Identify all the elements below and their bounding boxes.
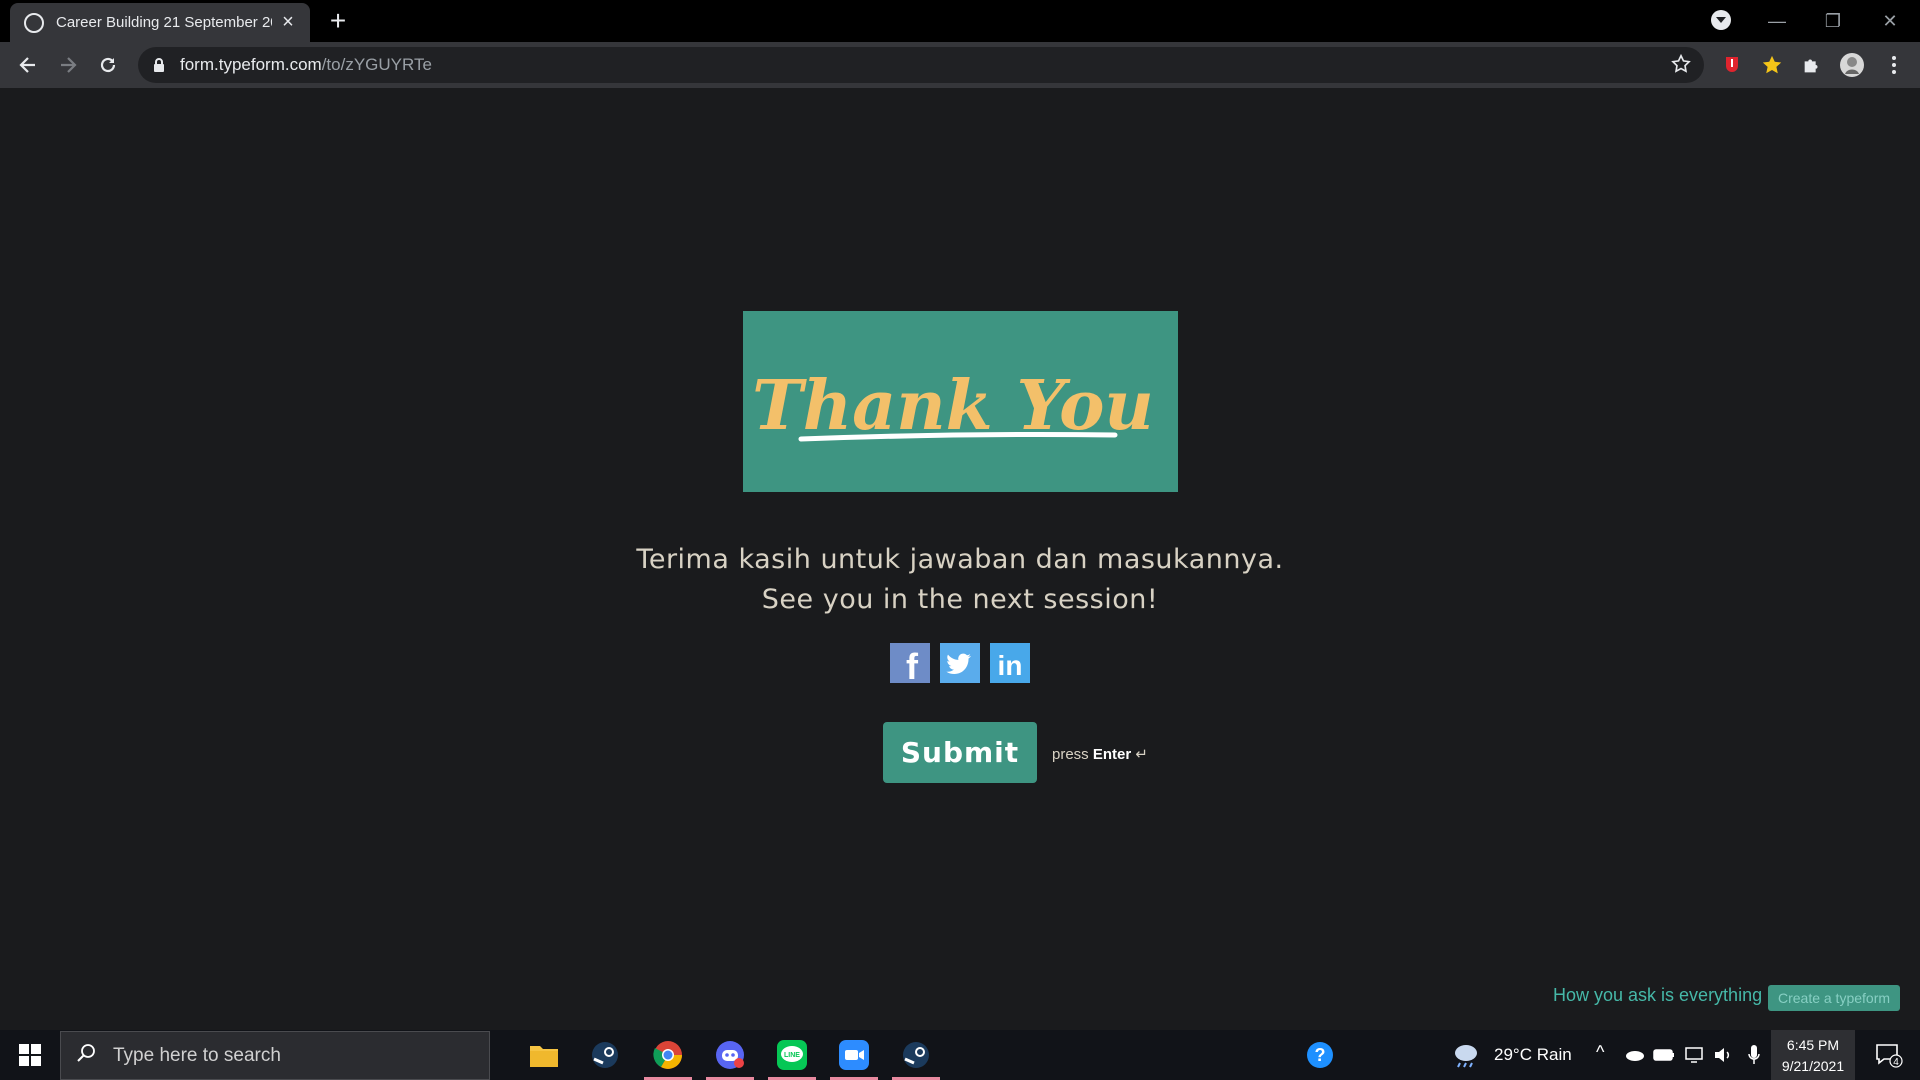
file-explorer-icon[interactable]	[516, 1030, 572, 1080]
thank-you-message: Terima kasih untuk jawaban dan masukanny…	[460, 540, 1460, 620]
menu-icon[interactable]	[1880, 51, 1908, 79]
show-hidden-icons-icon[interactable]: ^	[1596, 1042, 1604, 1063]
extension-star-icon[interactable]	[1758, 51, 1786, 79]
browser-tab[interactable]: Career Building 21 September 2021 ×	[10, 3, 310, 42]
minimize-icon[interactable]: —	[1749, 0, 1805, 42]
star-icon[interactable]	[1670, 53, 1692, 80]
linkedin-share-button[interactable]: in	[990, 643, 1030, 683]
typeform-tagline[interactable]: How you ask is everything	[1553, 985, 1762, 1006]
typeform-page: Thank You Terima kasih untuk jawaban dan…	[0, 88, 1920, 1030]
enter-key-icon: ↵	[1135, 746, 1148, 763]
lock-icon[interactable]	[152, 57, 166, 73]
battery-icon[interactable]	[1650, 1030, 1678, 1080]
url-text: form.typeform.com/to/zYGUYRTe	[180, 55, 432, 75]
hint-prefix: press	[1052, 746, 1093, 763]
windows-taskbar: Type here to search LINE ? 29°C Rain ^ 6…	[0, 1030, 1920, 1080]
twitter-share-button[interactable]	[940, 643, 980, 683]
url-domain: form.typeform.com	[180, 55, 322, 74]
tab-strip: Career Building 21 September 2021 × + — …	[0, 0, 1920, 42]
notification-center-icon[interactable]: 4	[1864, 1030, 1914, 1080]
search-placeholder: Type here to search	[113, 1044, 281, 1066]
hint-key: Enter	[1092, 746, 1132, 763]
url-path: /to/zYGUYRTe	[321, 55, 432, 74]
svg-text:LINE: LINE	[784, 1052, 800, 1059]
submit-button[interactable]: Submit	[883, 722, 1037, 783]
line-icon[interactable]: LINE	[764, 1030, 820, 1080]
steam-icon[interactable]	[577, 1030, 633, 1080]
clock-time: 6:45 PM	[1786, 1037, 1840, 1053]
message-line-2: See you in the next session!	[761, 584, 1159, 615]
tab-search-icon[interactable]	[1711, 10, 1731, 30]
taskbar-search-box[interactable]: Type here to search	[60, 1031, 490, 1080]
forward-icon[interactable]	[52, 49, 84, 81]
svg-text:?: ?	[1315, 1045, 1326, 1065]
linkedin-icon: in	[998, 650, 1023, 681]
zoom-icon[interactable]	[826, 1030, 882, 1080]
thank-you-image: Thank You	[743, 311, 1178, 492]
clock-date: 9/21/2021	[1781, 1058, 1845, 1074]
clock[interactable]: 6:45 PM 9/21/2021	[1770, 1035, 1856, 1077]
close-tab-icon[interactable]: ×	[278, 11, 298, 34]
twitter-icon	[940, 643, 980, 683]
reload-icon[interactable]	[92, 49, 124, 81]
press-enter-hint: press Enter ↵	[1052, 745, 1148, 763]
back-icon[interactable]	[12, 49, 44, 81]
help-icon[interactable]: ?	[1292, 1030, 1348, 1080]
chrome-icon[interactable]	[640, 1030, 696, 1080]
search-icon	[75, 1042, 97, 1069]
notification-count: 4	[1893, 1057, 1899, 1068]
profile-avatar[interactable]	[1838, 51, 1866, 79]
windows-icon[interactable]	[0, 1030, 60, 1080]
facebook-icon: f	[906, 646, 919, 683]
weather-icon[interactable]	[1440, 1030, 1490, 1080]
browser-toolbar: form.typeform.com/to/zYGUYRTe	[0, 42, 1920, 88]
create-typeform-button[interactable]: Create a typeform	[1768, 985, 1900, 1011]
restore-icon[interactable]: ❐	[1805, 0, 1861, 42]
message-line-1: Terima kasih untuk jawaban dan masukanny…	[636, 544, 1284, 575]
onedrive-icon[interactable]	[1620, 1030, 1648, 1080]
network-icon[interactable]	[1680, 1030, 1708, 1080]
facebook-share-button[interactable]: f	[890, 643, 930, 687]
tab-favicon-icon	[24, 12, 44, 33]
volume-icon[interactable]	[1710, 1030, 1738, 1080]
address-bar[interactable]: form.typeform.com/to/zYGUYRTe	[138, 47, 1704, 83]
microphone-icon[interactable]	[1740, 1030, 1768, 1080]
steam-client-icon[interactable]	[888, 1030, 944, 1080]
extensions-icon[interactable]	[1798, 51, 1826, 79]
window-close-icon[interactable]: ✕	[1862, 0, 1918, 42]
discord-icon[interactable]	[702, 1030, 758, 1080]
extension-red-icon[interactable]	[1718, 51, 1746, 79]
tab-title: Career Building 21 September 2021	[56, 14, 272, 31]
new-tab-button[interactable]: +	[322, 6, 354, 38]
weather-text[interactable]: 29°C Rain	[1494, 1045, 1572, 1065]
